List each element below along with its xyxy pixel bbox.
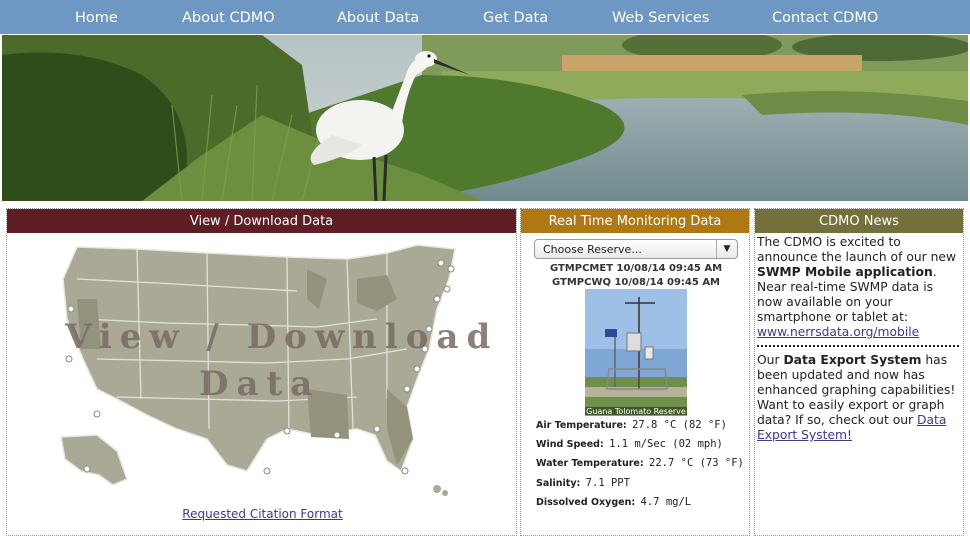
news-item-text: The CDMO is excited to announce the laun… xyxy=(757,235,957,264)
nav-about-cdmo[interactable]: About CDMO xyxy=(182,0,275,34)
station-photo xyxy=(585,289,687,415)
reading-value: 4.7 mg/L xyxy=(640,496,692,508)
nav-about-data[interactable]: About Data xyxy=(337,0,419,34)
mobile-app-link[interactable]: www.nerrsdata.org/mobile xyxy=(757,325,919,339)
news-divider xyxy=(757,345,959,347)
header-banner-image xyxy=(2,35,968,201)
news-item-text: Our xyxy=(757,353,780,367)
citation-format-link[interactable]: Requested Citation Format xyxy=(7,507,518,521)
reading-salinity: Salinity: 7.1 PPT xyxy=(536,477,630,489)
reserve-select-value: Choose Reserve... xyxy=(543,243,642,256)
view-download-panel: View / Download Data View / Download Dat… xyxy=(6,208,517,536)
map-overlay-text-line2: Data xyxy=(199,364,321,404)
realtime-monitoring-panel: Real Time Monitoring Data Choose Reserve… xyxy=(520,208,750,536)
reading-label: Wind Speed: xyxy=(536,439,604,450)
nav-web-services[interactable]: Web Services xyxy=(612,0,709,34)
cdmo-news-header: CDMO News xyxy=(755,209,963,233)
top-navigation: Home About CDMO About Data Get Data Web … xyxy=(0,0,970,35)
reading-label: Salinity: xyxy=(536,478,581,489)
reading-wind-speed: Wind Speed: 1.1 m/Sec (02 mph) xyxy=(536,438,723,450)
realtime-monitoring-header: Real Time Monitoring Data xyxy=(521,209,749,233)
nav-home[interactable]: Home xyxy=(75,0,118,34)
reading-value: 7.1 PPT xyxy=(585,477,630,489)
map-overlay-text-line1: View / Download xyxy=(65,317,499,357)
news-item-highlight: SWMP Mobile application xyxy=(757,265,933,279)
reading-value: 1.1 m/Sec (02 mph) xyxy=(609,438,723,450)
view-download-header: View / Download Data xyxy=(7,209,516,233)
chevron-down-icon[interactable]: ▼ xyxy=(716,240,737,258)
station-photo-caption: Guana Tolomato Reserve xyxy=(585,407,687,416)
reading-label: Dissolved Oxygen: xyxy=(536,497,636,508)
nav-get-data[interactable]: Get Data xyxy=(483,0,548,34)
reserve-select[interactable]: Choose Reserve... ▼ xyxy=(534,239,738,259)
met-station-timestamp: GTMPCMET 10/08/14 09:45 AM xyxy=(549,263,723,274)
nav-contact-cdmo[interactable]: Contact CDMO xyxy=(772,0,878,34)
reading-label: Air Temperature: xyxy=(536,420,627,431)
reading-value: 22.7 °C (73 °F) xyxy=(649,457,744,469)
reading-value: 27.8 °C (82 °F) xyxy=(632,419,727,431)
wq-station-timestamp: GTMPCWQ 10/08/14 09:45 AM xyxy=(551,277,721,288)
news-item-mobile-app: The CDMO is excited to announce the laun… xyxy=(757,235,961,340)
news-item-highlight: Data Export System xyxy=(783,353,922,367)
reading-label: Water Temperature: xyxy=(536,458,644,469)
news-item-data-export: Our Data Export System has been updated … xyxy=(757,353,961,443)
reading-water-temperature: Water Temperature: 22.7 °C (73 °F) xyxy=(536,457,744,469)
reading-air-temperature: Air Temperature: 27.8 °C (82 °F) xyxy=(536,419,727,431)
reading-dissolved-oxygen: Dissolved Oxygen: 4.7 mg/L xyxy=(536,496,691,508)
cdmo-news-panel: CDMO News The CDMO is excited to announc… xyxy=(754,208,964,536)
